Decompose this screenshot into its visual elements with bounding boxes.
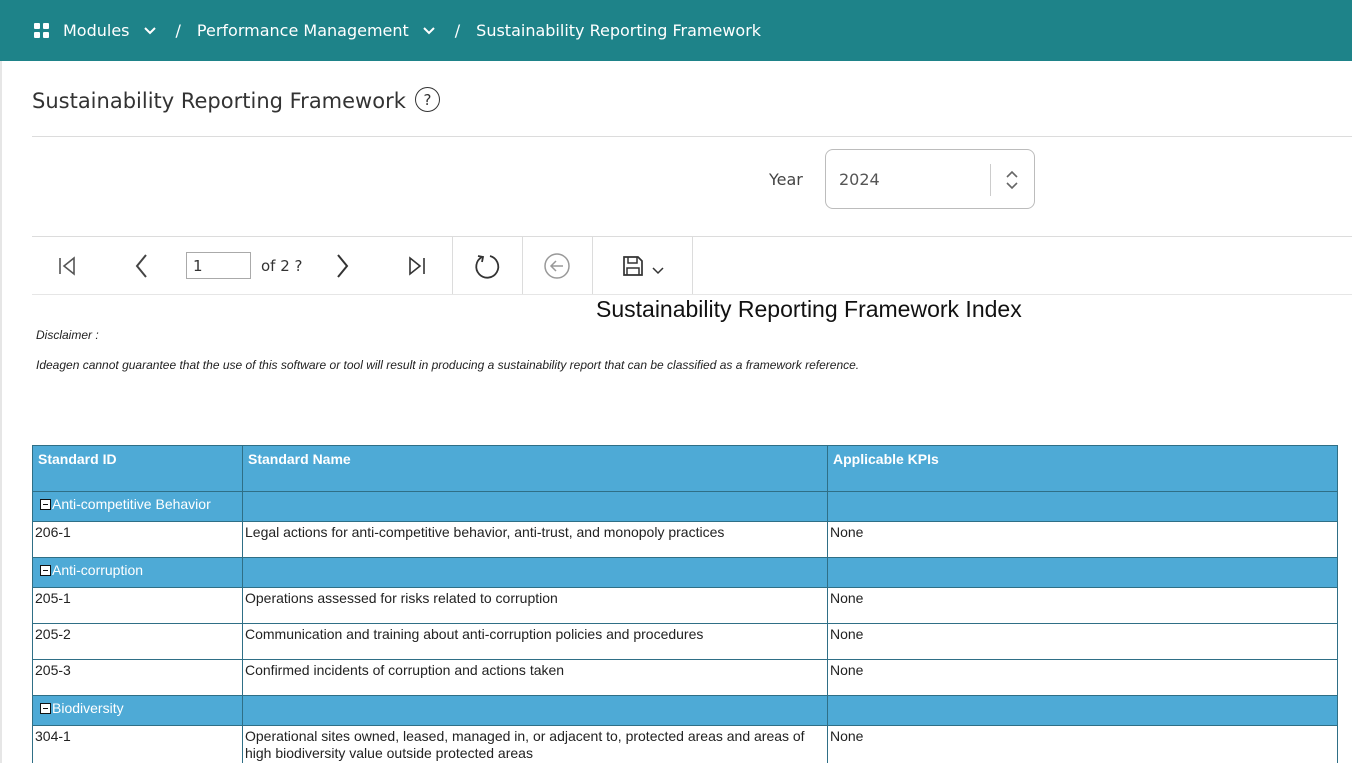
modules-grid-icon (34, 23, 49, 38)
group-name: Anti-competitive Behavior (52, 496, 211, 512)
chevron-down-icon (652, 266, 664, 274)
divider (32, 294, 1352, 295)
group-row: Anti-corruption (32, 557, 1338, 588)
collapse-minus-icon[interactable] (40, 499, 51, 510)
toolbar-separator (592, 237, 593, 294)
standard-name-cell: Legal actions for anti-competitive behav… (242, 521, 828, 558)
report-title: Sustainability Reporting Framework Index (596, 296, 1022, 322)
breadcrumb-performance[interactable]: Performance Management (197, 21, 435, 40)
group-cell[interactable]: Anti-corruption (32, 557, 243, 588)
breadcrumb-modules-label: Modules (63, 21, 130, 40)
toolbar-separator (452, 237, 453, 294)
table-row: 205-3 Confirmed incidents of corruption … (32, 659, 1338, 696)
last-page-button[interactable] (402, 237, 432, 294)
page-title: Sustainability Reporting Framework (32, 89, 406, 113)
previous-page-button[interactable] (127, 237, 157, 294)
standard-name-cell: Operations assessed for risks related to… (242, 587, 828, 624)
breadcrumb-current: Sustainability Reporting Framework (476, 21, 761, 40)
table-row: 304-1 Operational sites owned, leased, m… (32, 725, 1338, 763)
breadcrumb-separator: / (175, 21, 181, 40)
save-floppy-icon (623, 255, 643, 276)
disclaimer-text: Ideagen cannot guarantee that the use of… (36, 358, 860, 372)
first-page-icon (59, 255, 75, 276)
kpis-cell: None (827, 587, 1338, 624)
export-save-button[interactable] (615, 237, 671, 294)
group-row: Biodiversity (32, 695, 1338, 726)
collapse-minus-icon[interactable] (40, 565, 51, 576)
toolbar-separator (522, 237, 523, 294)
standard-id-cell: 205-1 (32, 587, 243, 624)
refresh-button[interactable] (470, 237, 504, 294)
disclaimer-label: Disclaimer : (36, 328, 99, 342)
breadcrumb-bar: Modules / Performance Management / Susta… (0, 0, 1352, 61)
standard-id-cell: 205-2 (32, 623, 243, 660)
breadcrumb-separator: / (454, 21, 461, 40)
column-header-standard-id: Standard ID (32, 445, 243, 492)
year-label: Year (769, 170, 803, 189)
standard-name-cell: Operational sites owned, leased, managed… (242, 725, 828, 763)
standard-id-cell: 304-1 (32, 725, 243, 763)
back-arrow-circle-icon (544, 252, 570, 279)
chevron-down-icon[interactable] (423, 25, 435, 37)
left-edge (0, 0, 2, 763)
framework-index-table: Standard ID Standard Name Applicable KPI… (32, 445, 1338, 763)
help-icon[interactable]: ? (415, 87, 440, 112)
group-name: Anti-corruption (52, 562, 144, 578)
divider (32, 136, 1352, 137)
group-row: Anti-competitive Behavior (32, 491, 1338, 522)
chevron-left-icon (135, 253, 147, 278)
collapse-minus-icon[interactable] (40, 703, 51, 714)
kpis-cell: None (827, 521, 1338, 558)
refresh-icon (475, 254, 500, 279)
chevron-right-icon (337, 253, 349, 278)
year-value: 2024 (839, 169, 880, 189)
page-count-label: of 2 ? (261, 257, 303, 275)
column-header-standard-name: Standard Name (242, 445, 828, 492)
table-row: 206-1 Legal actions for anti-competitive… (32, 521, 1338, 558)
table-row: 205-1 Operations assessed for risks rela… (32, 587, 1338, 624)
table-row: 205-2 Communication and training about a… (32, 623, 1338, 660)
kpis-cell: None (827, 725, 1338, 763)
chevron-down-icon[interactable] (143, 25, 156, 37)
back-button[interactable] (540, 237, 574, 294)
standard-id-cell: 205-3 (32, 659, 243, 696)
page-number-input[interactable] (186, 252, 251, 279)
breadcrumb-current-label: Sustainability Reporting Framework (476, 21, 762, 40)
group-name: Biodiversity (52, 700, 124, 716)
breadcrumb-performance-label: Performance Management (196, 21, 409, 40)
select-divider (990, 164, 991, 196)
up-down-chevron-icon (1004, 168, 1020, 192)
standard-name-cell: Communication and training about anti-co… (242, 623, 828, 660)
last-page-icon (409, 255, 425, 276)
first-page-button[interactable] (52, 237, 82, 294)
kpis-cell: None (827, 623, 1338, 660)
group-cell[interactable]: Biodiversity (32, 695, 243, 726)
table-header-row: Standard ID Standard Name Applicable KPI… (32, 445, 1338, 492)
toolbar-separator (692, 237, 693, 294)
kpis-cell: None (827, 659, 1338, 696)
next-page-button[interactable] (327, 237, 357, 294)
breadcrumb-modules[interactable]: Modules (34, 21, 156, 40)
group-cell[interactable]: Anti-competitive Behavior (32, 491, 243, 522)
standard-id-cell: 206-1 (32, 521, 243, 558)
column-header-applicable-kpis: Applicable KPIs (827, 445, 1338, 492)
year-select[interactable]: 2024 (825, 149, 1035, 209)
standard-name-cell: Confirmed incidents of corruption and ac… (242, 659, 828, 696)
